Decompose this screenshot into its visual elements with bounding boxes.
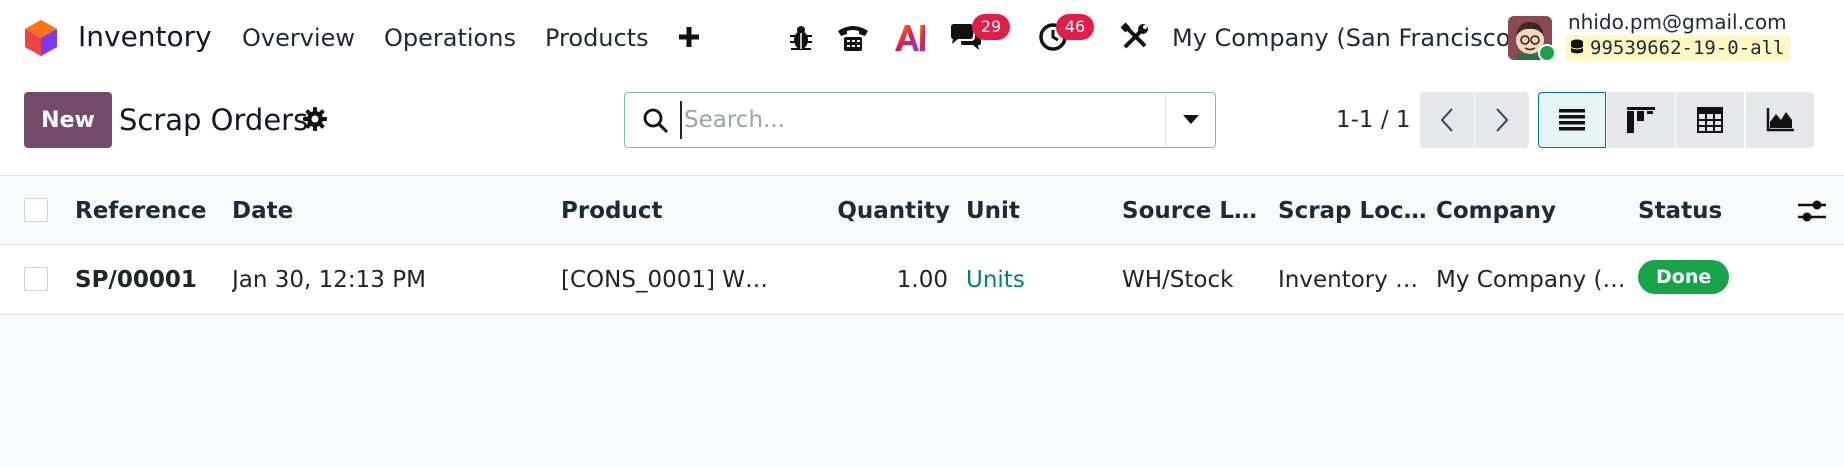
phone-icon[interactable] bbox=[834, 20, 872, 56]
column-header-source-location[interactable]: Source Lo… bbox=[1122, 196, 1272, 226]
pager-previous-button[interactable] bbox=[1420, 92, 1474, 148]
list-view-button[interactable] bbox=[1538, 92, 1606, 148]
area-chart-icon bbox=[1766, 108, 1794, 132]
menu-operations[interactable]: Operations bbox=[384, 22, 516, 54]
settings-tools-icon[interactable] bbox=[1118, 20, 1152, 54]
kanban-view-icon bbox=[1627, 107, 1655, 133]
page-title[interactable]: Scrap Orders bbox=[119, 101, 308, 139]
select-all-checkbox[interactable] bbox=[24, 198, 48, 222]
top-navbar: Inventory Overview Operations Products 2… bbox=[0, 0, 1844, 75]
pivot-table-icon bbox=[1697, 107, 1723, 133]
column-header-status[interactable]: Status bbox=[1638, 196, 1758, 226]
row-reference[interactable]: SP/00001 bbox=[75, 265, 215, 295]
row-source-location: WH/Stock bbox=[1122, 267, 1234, 293]
menu-overview[interactable]: Overview bbox=[242, 22, 355, 54]
row-unit-link[interactable]: Units bbox=[966, 265, 1086, 295]
online-status-dot bbox=[1538, 44, 1556, 62]
column-header-company[interactable]: Company bbox=[1436, 196, 1616, 226]
search-input[interactable] bbox=[680, 101, 1080, 139]
status-badge: Done bbox=[1638, 260, 1730, 294]
column-header-date[interactable]: Date bbox=[232, 196, 432, 226]
new-button[interactable]: New bbox=[24, 92, 112, 148]
company-switcher[interactable]: My Company (San Francisco) bbox=[1172, 22, 1520, 54]
search-icon bbox=[643, 108, 669, 134]
database-name: 99539662-19-0-all bbox=[1590, 37, 1785, 59]
table-row[interactable]: SP/00001 Jan 30, 12:13 PM [CONS_0001] W…… bbox=[0, 245, 1844, 315]
user-email[interactable]: nhido.pm@gmail.com bbox=[1568, 10, 1787, 34]
row-date: Jan 30, 12:13 PM bbox=[232, 267, 426, 293]
app-name[interactable]: Inventory bbox=[78, 18, 212, 56]
column-header-quantity[interactable]: Quantity bbox=[820, 196, 950, 226]
column-header-unit[interactable]: Unit bbox=[966, 196, 1086, 226]
graph-view-button[interactable] bbox=[1746, 92, 1814, 148]
inventory-app-icon[interactable] bbox=[22, 18, 60, 58]
pivot-view-button[interactable] bbox=[1676, 92, 1744, 148]
activities-count-badge: 46 bbox=[1056, 14, 1094, 40]
column-header-scrap-location[interactable]: Scrap Loc… bbox=[1278, 196, 1428, 226]
column-header-reference[interactable]: Reference bbox=[75, 196, 215, 226]
row-quantity: 1.00 bbox=[896, 267, 948, 293]
control-panel: New Scrap Orders 1-1 / 1 bbox=[0, 75, 1844, 176]
row-product: [CONS_0001] W… bbox=[561, 267, 768, 293]
row-select-checkbox[interactable] bbox=[24, 267, 48, 291]
add-menu-plus-icon[interactable] bbox=[676, 20, 702, 54]
database-icon bbox=[1571, 39, 1583, 54]
chevron-right-icon bbox=[1496, 108, 1509, 132]
row-scrap-location: Inventory … bbox=[1278, 267, 1419, 293]
ai-icon[interactable] bbox=[892, 20, 928, 56]
database-tag: 99539662-19-0-all bbox=[1566, 35, 1791, 61]
menu-products[interactable]: Products bbox=[545, 22, 649, 54]
gear-icon[interactable] bbox=[302, 106, 328, 132]
search-options-toggle[interactable] bbox=[1165, 93, 1216, 147]
column-header-product[interactable]: Product bbox=[561, 196, 761, 226]
messages-count-badge: 29 bbox=[972, 14, 1010, 40]
chevron-left-icon bbox=[1440, 108, 1453, 132]
row-company: My Company (… bbox=[1436, 267, 1626, 293]
pager-value[interactable]: 1-1 / 1 bbox=[1336, 105, 1411, 135]
pager-next-button[interactable] bbox=[1475, 92, 1529, 148]
kanban-view-button[interactable] bbox=[1607, 92, 1675, 148]
caret-down-icon bbox=[1183, 115, 1199, 124]
optional-columns-sliders-icon[interactable] bbox=[1798, 198, 1826, 224]
list-empty-area bbox=[0, 315, 1844, 467]
debug-bug-icon[interactable] bbox=[786, 22, 816, 54]
table-header: Reference Date Product Quantity Unit Sou… bbox=[0, 176, 1844, 245]
list-view-icon bbox=[1559, 109, 1585, 131]
search-box bbox=[624, 92, 1216, 148]
